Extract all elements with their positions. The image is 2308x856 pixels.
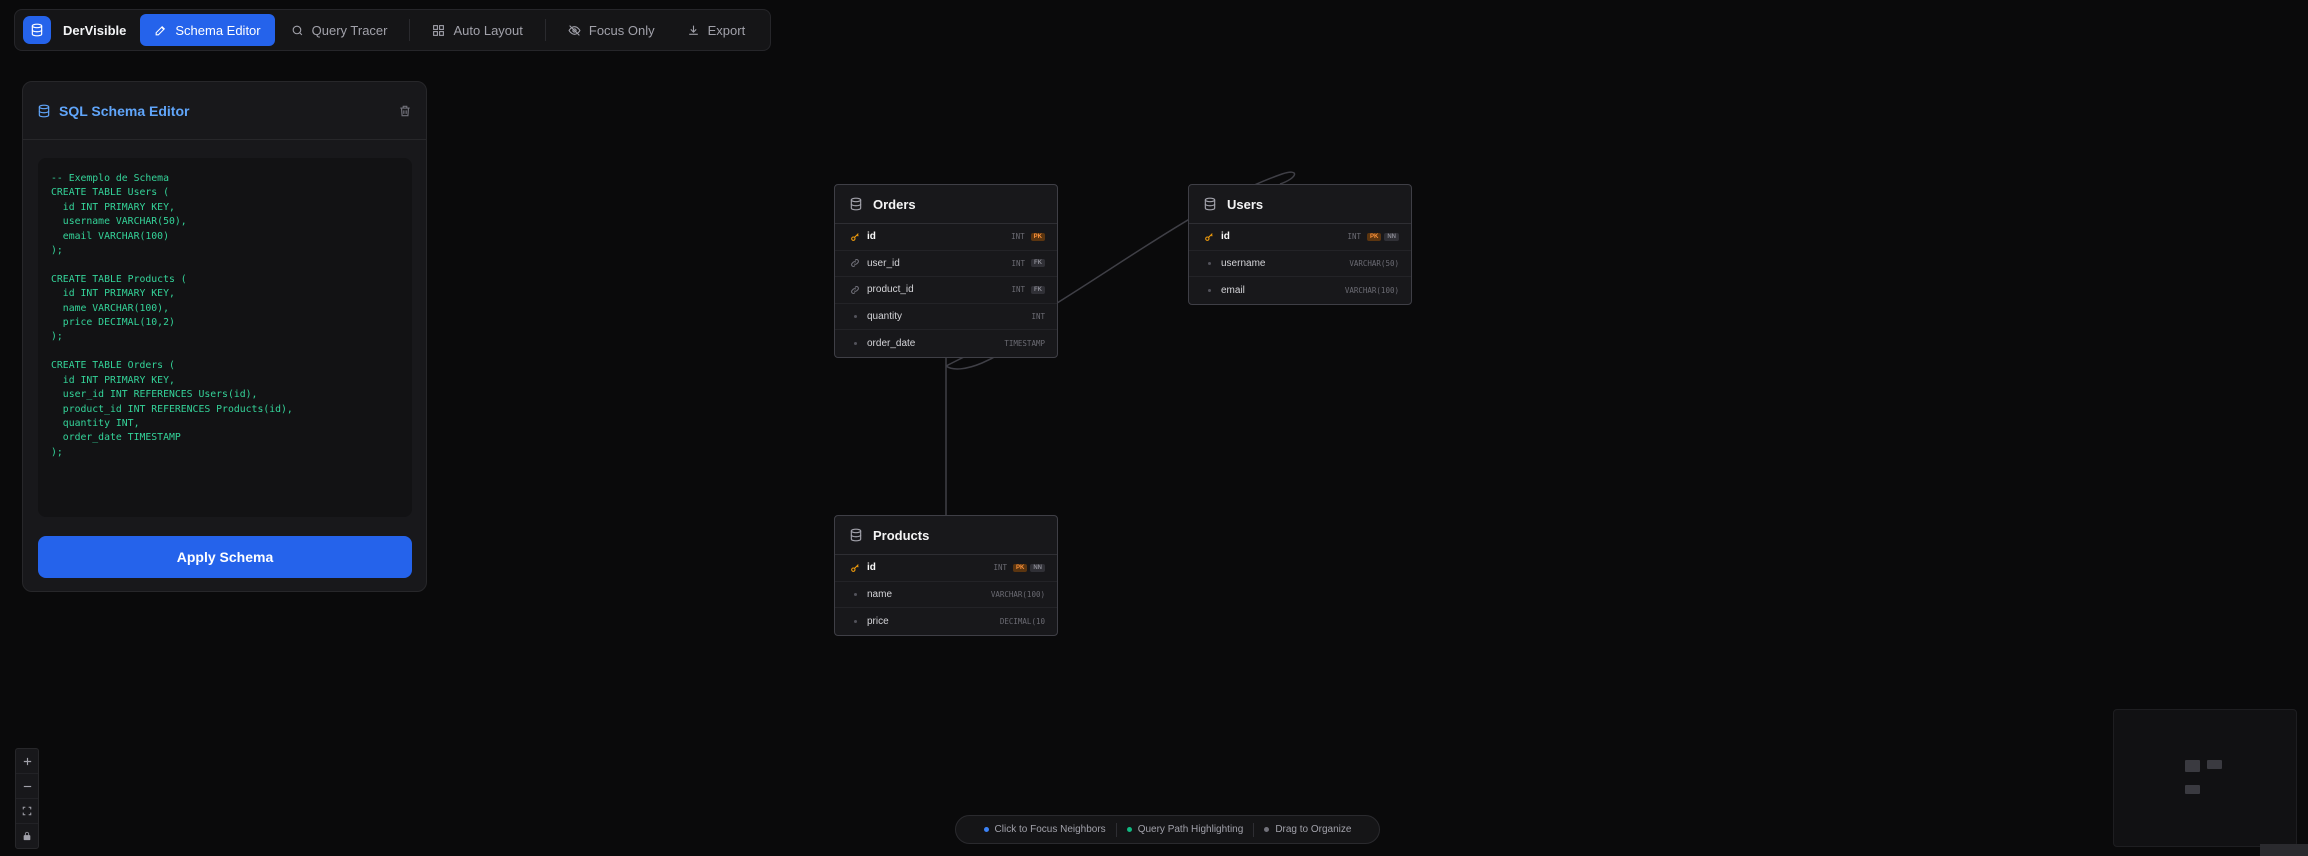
table-header: Products	[835, 516, 1057, 555]
legend-label: Query Path Highlighting	[1137, 824, 1244, 835]
minimap-node-orders	[2185, 760, 2200, 772]
legend-dot-blue	[983, 827, 989, 832]
column-type: VARCHAR(100)	[990, 589, 1045, 599]
nn-badge: NN	[1384, 232, 1399, 241]
table-header: Users	[1189, 185, 1411, 224]
column-type: VARCHAR(50)	[1349, 258, 1399, 268]
column-name: price	[867, 615, 889, 627]
column-type: INT	[993, 563, 1007, 573]
legend-label: Drag to Organize	[1275, 824, 1352, 835]
column-row: username VARCHAR(50)	[1189, 251, 1411, 277]
nn-badge: NN	[1030, 563, 1045, 572]
minimap[interactable]	[2113, 709, 2297, 847]
column-name: email	[1221, 284, 1245, 296]
column-type: INT	[1011, 232, 1025, 242]
table-node-orders[interactable]: Orders id INT PK user_id INT FK product_…	[834, 184, 1058, 358]
table-node-users[interactable]: Users id INT PK NN username VARCHAR(50) …	[1188, 184, 1412, 305]
column-row: id INT PK NN	[1189, 224, 1411, 251]
dot-icon	[849, 592, 861, 596]
pk-badge: PK	[1012, 563, 1028, 572]
dot-icon	[1203, 261, 1215, 265]
column-row: name VARCHAR(100)	[835, 582, 1057, 608]
column-row: id INT PK NN	[835, 555, 1057, 582]
link-icon	[849, 258, 861, 268]
fk-badge: FK	[1031, 285, 1045, 294]
table-node-products[interactable]: Products id INT PK NN name VARCHAR(100) …	[834, 515, 1058, 636]
column-row: email VARCHAR(100)	[1189, 277, 1411, 304]
column-type: INT	[1031, 311, 1045, 321]
dot-icon	[849, 619, 861, 623]
divider	[1253, 822, 1255, 837]
pk-badge: PK	[1366, 232, 1382, 241]
column-name: quantity	[867, 310, 903, 322]
column-type: INT	[1011, 285, 1025, 295]
key-icon	[849, 563, 861, 573]
column-name: user_id	[867, 257, 900, 269]
dot-icon	[849, 341, 861, 345]
table-header: Orders	[835, 185, 1057, 224]
database-icon	[849, 197, 863, 211]
column-type: INT	[1011, 258, 1025, 268]
table-name: Users	[1227, 196, 1264, 212]
column-name: order_date	[867, 337, 916, 349]
legend-item: Query Path Highlighting	[1126, 824, 1244, 835]
key-icon	[1203, 232, 1215, 242]
attribution	[2260, 844, 2308, 856]
zoom-out-icon[interactable]	[16, 774, 38, 799]
column-row: id INT PK	[835, 224, 1057, 251]
column-name: name	[867, 588, 893, 600]
legend-dot-gray	[1264, 827, 1270, 832]
zoom-in-icon[interactable]	[16, 749, 38, 774]
column-type: INT	[1347, 232, 1361, 242]
minimap-node-products	[2185, 785, 2200, 794]
pk-badge: PK	[1030, 232, 1045, 241]
column-type: DECIMAL(10	[999, 616, 1045, 626]
legend-item: Click to Focus Neighbors	[983, 824, 1106, 835]
column-name: id	[867, 231, 876, 243]
column-row: quantity INT	[835, 304, 1057, 330]
fk-badge: FK	[1031, 259, 1045, 268]
minimap-node-users	[2207, 760, 2222, 769]
database-icon	[1203, 197, 1217, 211]
fit-view-icon[interactable]	[16, 799, 38, 824]
legend-label: Click to Focus Neighbors	[994, 824, 1106, 835]
column-name: id	[867, 562, 876, 574]
column-name: id	[1221, 231, 1230, 243]
key-icon	[849, 232, 861, 242]
relationship-edges	[945, 171, 1296, 515]
column-row: user_id INT FK	[835, 251, 1057, 277]
column-name: product_id	[867, 284, 914, 296]
column-row: product_id INT FK	[835, 277, 1057, 304]
database-icon	[849, 528, 863, 542]
dot-icon	[849, 314, 861, 318]
column-type: TIMESTAMP	[1004, 338, 1045, 348]
column-name: username	[1221, 257, 1266, 269]
divider	[1115, 822, 1117, 837]
column-type: VARCHAR(100)	[1344, 285, 1399, 295]
zoom-controls	[15, 748, 39, 849]
legend-bar: Click to Focus Neighbors Query Path High…	[955, 815, 1380, 844]
legend-dot-green	[1126, 827, 1132, 832]
table-name: Orders	[873, 196, 916, 212]
lock-icon[interactable]	[16, 824, 38, 848]
link-icon	[849, 285, 861, 295]
column-row: price DECIMAL(10	[835, 608, 1057, 635]
dot-icon	[1203, 288, 1215, 292]
column-row: order_date TIMESTAMP	[835, 330, 1057, 357]
table-name: Products	[873, 527, 930, 543]
legend-item: Drag to Organize	[1264, 824, 1351, 835]
